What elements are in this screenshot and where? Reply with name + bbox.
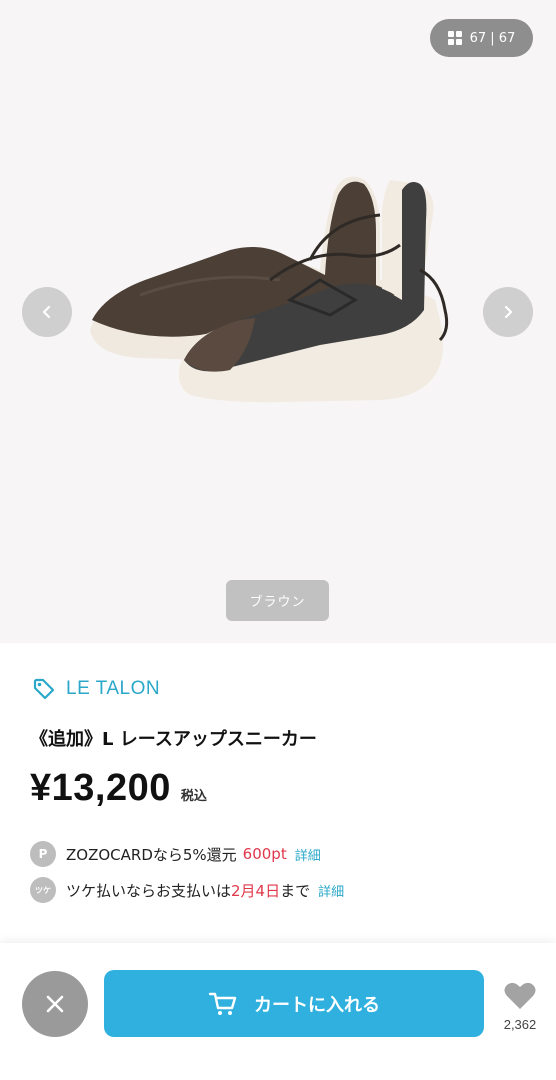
- product-info: LE TALON 《追加》L レースアップスニーカー ¥13,200 税込 P …: [0, 643, 556, 943]
- favorite-button[interactable]: 2,362: [497, 981, 543, 1032]
- product-image-sneakers: [90, 176, 449, 403]
- points-badge-icon: P: [30, 841, 56, 867]
- image-counter-button[interactable]: 67 | 67: [430, 19, 533, 57]
- tsuke-text: ツケ払いならお支払いは: [66, 881, 232, 900]
- favorite-count: 2,362: [503, 1017, 537, 1032]
- bottom-action-bar: カートに入れる 2,362: [0, 943, 556, 1080]
- product-image-gallery[interactable]: 67 | 67 ブラウン: [0, 0, 556, 643]
- price-row: ¥13,200 税込: [30, 767, 207, 810]
- grid-icon: [447, 31, 462, 45]
- tsuke-text-end: まで: [280, 881, 311, 900]
- previous-image-button[interactable]: [22, 287, 72, 337]
- close-button[interactable]: [22, 971, 88, 1037]
- zozocard-details-link[interactable]: 詳細: [295, 845, 321, 864]
- add-to-cart-button[interactable]: カートに入れる: [104, 970, 484, 1037]
- tax-label: 税込: [180, 789, 207, 804]
- tsuke-promo: ツケ ツケ払いならお支払いは 2月4日 まで 詳細: [30, 877, 344, 903]
- brand-link[interactable]: LE TALON: [32, 677, 160, 701]
- chevron-left-icon: [42, 305, 51, 319]
- zozocard-text: ZOZOCARDなら5%還元: [66, 845, 237, 864]
- zozocard-promo: P ZOZOCARDなら5%還元 600pt 詳細: [30, 841, 321, 867]
- tsuke-details-link[interactable]: 詳細: [318, 881, 344, 900]
- product-price: ¥13,200: [30, 767, 171, 809]
- chevron-right-icon: [504, 305, 513, 319]
- tag-icon: [33, 678, 55, 700]
- color-label: ブラウン: [226, 580, 329, 621]
- brand-name: LE TALON: [66, 678, 161, 699]
- tsuke-badge-icon: ツケ: [30, 877, 56, 903]
- cart-icon: [208, 992, 237, 1015]
- image-counter-text: 67 | 67: [469, 30, 516, 46]
- heart-icon: [504, 982, 536, 1009]
- add-to-cart-label: カートに入れる: [254, 994, 380, 1016]
- next-image-button[interactable]: [483, 287, 533, 337]
- product-title: 《追加》L レースアップスニーカー: [30, 729, 317, 750]
- close-icon: [46, 995, 64, 1013]
- payment-date: 2月4日: [231, 881, 281, 900]
- points-value: 600pt: [242, 845, 287, 863]
